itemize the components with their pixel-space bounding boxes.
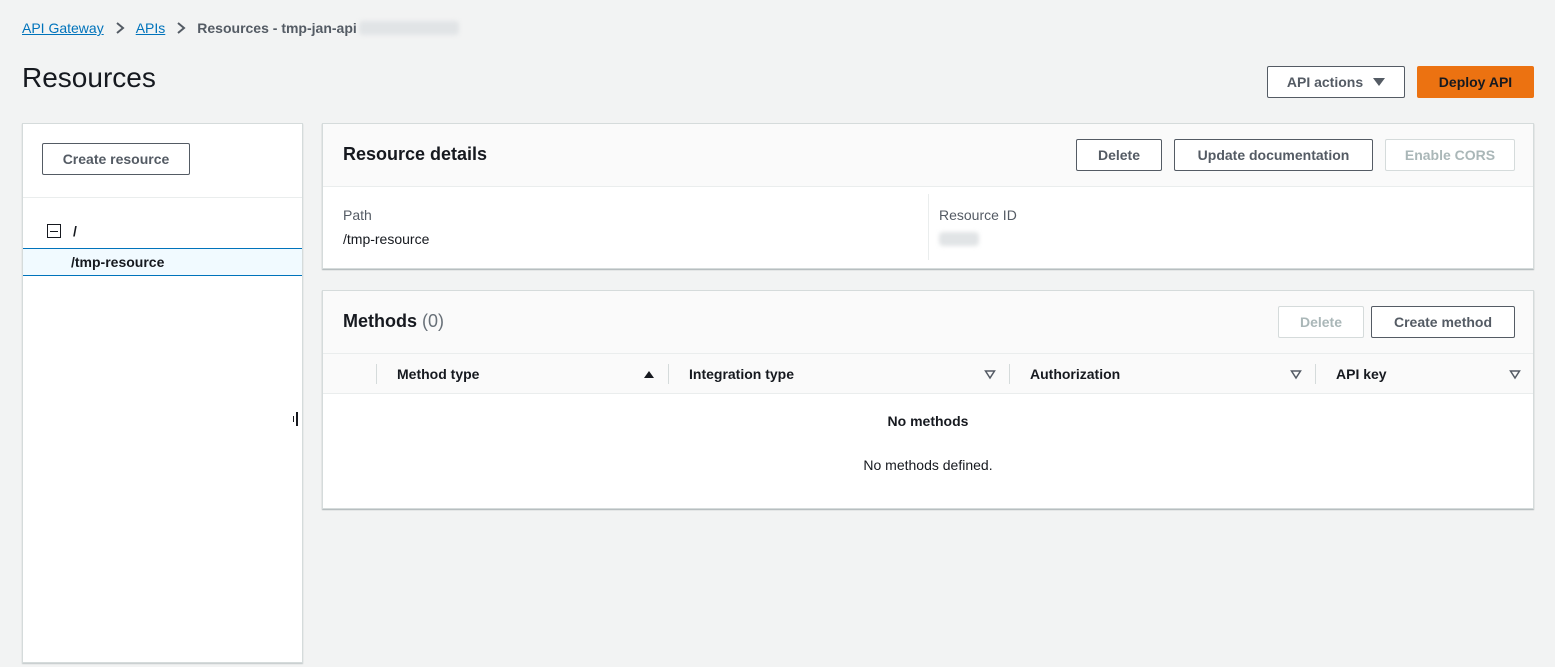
enable-cors-button[interactable]: Enable CORS <box>1385 139 1515 171</box>
methods-card: Methods (0) Delete Create method Method … <box>322 290 1534 509</box>
column-method-type-label: Method type <box>397 366 480 382</box>
path-label: Path <box>343 207 372 223</box>
methods-count: (0) <box>422 311 445 331</box>
page-title: Resources <box>22 62 156 93</box>
sort-icon[interactable] <box>984 368 996 380</box>
methods-table-header: Method type Integration type Authorizati… <box>323 354 1533 394</box>
column-separator <box>1315 364 1316 384</box>
column-separator <box>1009 364 1010 384</box>
api-actions-button[interactable]: API actions <box>1267 66 1405 98</box>
resource-tree-panel: Create resource / /tmp-resource <box>22 123 303 663</box>
breadcrumb-current: Resources - tmp-jan-api <box>197 20 357 36</box>
empty-state-text: No methods defined. <box>863 457 993 473</box>
breadcrumb-api-gateway[interactable]: API Gateway <box>22 20 104 36</box>
tree-item-tmp-resource[interactable]: /tmp-resource <box>23 248 302 276</box>
tree-root[interactable]: / <box>47 223 77 239</box>
delete-method-button[interactable]: Delete <box>1278 306 1364 338</box>
collapse-icon[interactable] <box>47 224 61 238</box>
methods-title-label: Methods <box>343 311 417 331</box>
panel-divider <box>23 197 302 198</box>
column-api-key-label: API key <box>1336 366 1387 382</box>
column-api-key[interactable]: API key <box>1336 354 1387 394</box>
chevron-right-icon <box>108 20 132 36</box>
sort-icon[interactable] <box>1290 368 1302 380</box>
deploy-api-button[interactable]: Deploy API <box>1417 66 1534 98</box>
chevron-right-icon <box>169 20 193 36</box>
delete-resource-button[interactable]: Delete <box>1076 139 1162 171</box>
update-documentation-button[interactable]: Update documentation <box>1174 139 1373 171</box>
resource-details-card: Resource details Delete Update documenta… <box>322 123 1534 269</box>
column-authorization-label: Authorization <box>1030 366 1121 382</box>
empty-state-title: No methods <box>887 413 969 429</box>
resource-details-header: Resource details Delete Update documenta… <box>323 124 1533 187</box>
column-method-type[interactable]: Method type <box>397 354 479 394</box>
breadcrumb: API Gateway APIs Resources - tmp-jan-api <box>22 18 459 38</box>
resource-details-title: Resource details <box>343 144 488 164</box>
column-authorization[interactable]: Authorization <box>1030 354 1120 394</box>
resize-handle-icon[interactable] <box>293 412 299 426</box>
column-separator <box>668 364 669 384</box>
sort-ascending-icon[interactable] <box>643 368 655 380</box>
column-divider <box>928 194 929 260</box>
column-integration-type-label: Integration type <box>689 366 795 382</box>
tree-item-label: /tmp-resource <box>71 254 165 270</box>
redacted-api-id <box>358 21 459 35</box>
api-actions-label: API actions <box>1286 74 1364 90</box>
tree-root-label: / <box>73 223 77 239</box>
column-separator <box>376 364 377 384</box>
caret-down-icon <box>1373 78 1386 86</box>
sort-icon[interactable] <box>1509 368 1521 380</box>
redacted-resource-id <box>939 232 979 246</box>
methods-title: Methods (0) <box>343 311 444 332</box>
create-resource-button[interactable]: Create resource <box>42 143 190 175</box>
resource-id-label: Resource ID <box>939 207 1017 223</box>
column-integration-type[interactable]: Integration type <box>689 354 794 394</box>
breadcrumb-apis[interactable]: APIs <box>136 20 166 36</box>
create-method-button[interactable]: Create method <box>1371 306 1515 338</box>
methods-header: Methods (0) Delete Create method <box>323 291 1533 354</box>
path-value: /tmp-resource <box>343 231 430 247</box>
